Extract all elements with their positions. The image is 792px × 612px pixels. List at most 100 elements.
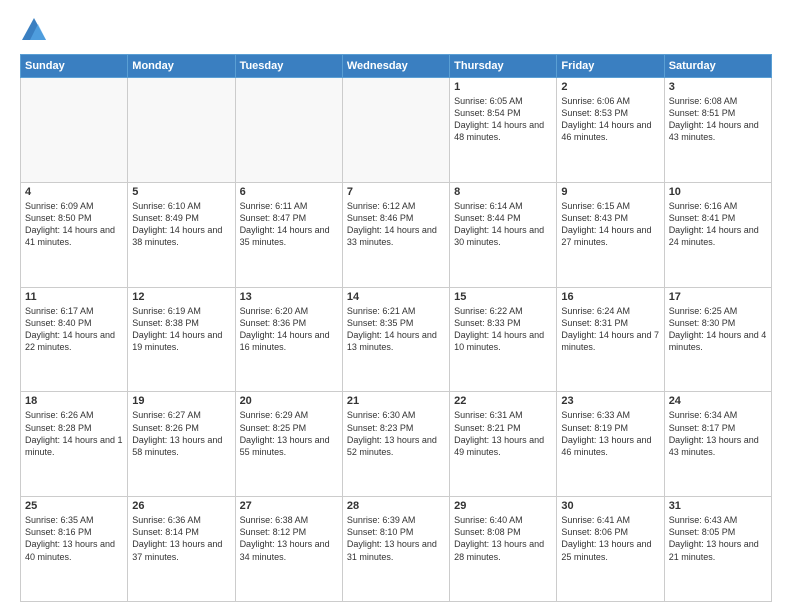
cell-info: Sunrise: 6:35 AM Sunset: 8:16 PM Dayligh… (25, 514, 123, 563)
calendar-cell: 22 Sunrise: 6:31 AM Sunset: 8:21 PM Dayli… (450, 392, 557, 497)
calendar-week-1: 1 Sunrise: 6:05 AM Sunset: 8:54 PM Daylig… (21, 78, 772, 183)
day-number: 14 (347, 291, 445, 303)
calendar-cell: 28Sunrise: 6:39 AM Sunset: 8:10 PM Dayli… (342, 497, 449, 602)
day-number: 17 (669, 291, 767, 303)
cell-info: Sunrise: 6:43 AM Sunset: 8:05 PM Dayligh… (669, 514, 767, 563)
calendar-cell: 4 Sunrise: 6:09 AM Sunset: 8:50 PM Daylig… (21, 182, 128, 287)
day-number: 19 (132, 395, 230, 407)
day-header-sunday: Sunday (21, 55, 128, 78)
day-number: 10 (669, 186, 767, 198)
logo (20, 16, 52, 44)
cell-info: Sunrise: 6:12 AM Sunset: 8:46 PM Dayligh… (347, 200, 445, 249)
cell-info: Sunrise: 6:27 AM Sunset: 8:26 PM Dayligh… (132, 409, 230, 458)
cell-info: Sunrise: 6:17 AM Sunset: 8:40 PM Dayligh… (25, 305, 123, 354)
calendar-cell: 2 Sunrise: 6:06 AM Sunset: 8:53 PM Daylig… (557, 78, 664, 183)
calendar-cell: 30 Sunrise: 6:41 AM Sunset: 8:06 PM Dayli… (557, 497, 664, 602)
cell-info: Sunrise: 6:05 AM Sunset: 8:54 PM Dayligh… (454, 95, 552, 144)
cell-info: Sunrise: 6:11 AM Sunset: 8:47 PM Dayligh… (240, 200, 338, 249)
calendar-cell: 26Sunrise: 6:36 AM Sunset: 8:14 PM Dayli… (128, 497, 235, 602)
calendar-cell: 5Sunrise: 6:10 AM Sunset: 8:49 PM Daylig… (128, 182, 235, 287)
day-header-friday: Friday (557, 55, 664, 78)
calendar-cell: 18Sunrise: 6:26 AM Sunset: 8:28 PM Dayli… (21, 392, 128, 497)
logo-icon (20, 16, 48, 44)
calendar-cell: 19 Sunrise: 6:27 AM Sunset: 8:26 PM Dayli… (128, 392, 235, 497)
calendar-cell: 1 Sunrise: 6:05 AM Sunset: 8:54 PM Daylig… (450, 78, 557, 183)
calendar-cell: 29Sunrise: 6:40 AM Sunset: 8:08 PM Dayli… (450, 497, 557, 602)
calendar-cell (235, 78, 342, 183)
cell-info: Sunrise: 6:21 AM Sunset: 8:35 PM Dayligh… (347, 305, 445, 354)
day-header-saturday: Saturday (664, 55, 771, 78)
calendar-cell (342, 78, 449, 183)
calendar-cell: 15 Sunrise: 6:22 AM Sunset: 8:33 PM Dayli… (450, 287, 557, 392)
calendar-cell: 7Sunrise: 6:12 AM Sunset: 8:46 PM Daylig… (342, 182, 449, 287)
day-header-wednesday: Wednesday (342, 55, 449, 78)
cell-info: Sunrise: 6:20 AM Sunset: 8:36 PM Dayligh… (240, 305, 338, 354)
header (20, 16, 772, 44)
calendar-cell: 12 Sunrise: 6:19 AM Sunset: 8:38 PM Dayli… (128, 287, 235, 392)
calendar-cell: 21Sunrise: 6:30 AM Sunset: 8:23 PM Dayli… (342, 392, 449, 497)
day-number: 12 (132, 291, 230, 303)
cell-info: Sunrise: 6:06 AM Sunset: 8:53 PM Dayligh… (561, 95, 659, 144)
day-number: 24 (669, 395, 767, 407)
cell-info: Sunrise: 6:19 AM Sunset: 8:38 PM Dayligh… (132, 305, 230, 354)
calendar-cell: 11 Sunrise: 6:17 AM Sunset: 8:40 PM Dayli… (21, 287, 128, 392)
day-number: 18 (25, 395, 123, 407)
day-number: 30 (561, 500, 659, 512)
day-header-tuesday: Tuesday (235, 55, 342, 78)
day-number: 3 (669, 81, 767, 93)
cell-info: Sunrise: 6:22 AM Sunset: 8:33 PM Dayligh… (454, 305, 552, 354)
cell-info: Sunrise: 6:29 AM Sunset: 8:25 PM Dayligh… (240, 409, 338, 458)
calendar-cell: 13Sunrise: 6:20 AM Sunset: 8:36 PM Dayli… (235, 287, 342, 392)
calendar-cell (21, 78, 128, 183)
calendar-cell: 16Sunrise: 6:24 AM Sunset: 8:31 PM Dayli… (557, 287, 664, 392)
day-number: 4 (25, 186, 123, 198)
calendar-cell: 3 Sunrise: 6:08 AM Sunset: 8:51 PM Daylig… (664, 78, 771, 183)
day-number: 23 (561, 395, 659, 407)
cell-info: Sunrise: 6:36 AM Sunset: 8:14 PM Dayligh… (132, 514, 230, 563)
day-number: 8 (454, 186, 552, 198)
day-number: 28 (347, 500, 445, 512)
cell-info: Sunrise: 6:08 AM Sunset: 8:51 PM Dayligh… (669, 95, 767, 144)
day-number: 2 (561, 81, 659, 93)
day-number: 9 (561, 186, 659, 198)
day-header-monday: Monday (128, 55, 235, 78)
cell-info: Sunrise: 6:41 AM Sunset: 8:06 PM Dayligh… (561, 514, 659, 563)
day-header-thursday: Thursday (450, 55, 557, 78)
cell-info: Sunrise: 6:33 AM Sunset: 8:19 PM Dayligh… (561, 409, 659, 458)
day-number: 15 (454, 291, 552, 303)
cell-info: Sunrise: 6:34 AM Sunset: 8:17 PM Dayligh… (669, 409, 767, 458)
day-number: 6 (240, 186, 338, 198)
cell-info: Sunrise: 6:16 AM Sunset: 8:41 PM Dayligh… (669, 200, 767, 249)
day-number: 20 (240, 395, 338, 407)
cell-info: Sunrise: 6:38 AM Sunset: 8:12 PM Dayligh… (240, 514, 338, 563)
page: SundayMondayTuesdayWednesdayThursdayFrid… (0, 0, 792, 612)
cell-info: Sunrise: 6:15 AM Sunset: 8:43 PM Dayligh… (561, 200, 659, 249)
calendar-cell: 6 Sunrise: 6:11 AM Sunset: 8:47 PM Daylig… (235, 182, 342, 287)
calendar-week-5: 25 Sunrise: 6:35 AM Sunset: 8:16 PM Dayli… (21, 497, 772, 602)
day-number: 25 (25, 500, 123, 512)
calendar-table: SundayMondayTuesdayWednesdayThursdayFrid… (20, 54, 772, 602)
cell-info: Sunrise: 6:31 AM Sunset: 8:21 PM Dayligh… (454, 409, 552, 458)
day-number: 22 (454, 395, 552, 407)
calendar-cell: 20 Sunrise: 6:29 AM Sunset: 8:25 PM Dayli… (235, 392, 342, 497)
day-number: 1 (454, 81, 552, 93)
calendar-cell: 23 Sunrise: 6:33 AM Sunset: 8:19 PM Dayli… (557, 392, 664, 497)
calendar-week-2: 4 Sunrise: 6:09 AM Sunset: 8:50 PM Daylig… (21, 182, 772, 287)
calendar-week-3: 11 Sunrise: 6:17 AM Sunset: 8:40 PM Dayli… (21, 287, 772, 392)
day-number: 5 (132, 186, 230, 198)
cell-info: Sunrise: 6:14 AM Sunset: 8:44 PM Dayligh… (454, 200, 552, 249)
day-number: 11 (25, 291, 123, 303)
calendar-cell: 9 Sunrise: 6:15 AM Sunset: 8:43 PM Daylig… (557, 182, 664, 287)
calendar-cell: 8 Sunrise: 6:14 AM Sunset: 8:44 PM Daylig… (450, 182, 557, 287)
calendar-cell: 10 Sunrise: 6:16 AM Sunset: 8:41 PM Dayli… (664, 182, 771, 287)
day-number: 27 (240, 500, 338, 512)
calendar-cell: 24 Sunrise: 6:34 AM Sunset: 8:17 PM Dayli… (664, 392, 771, 497)
cell-info: Sunrise: 6:24 AM Sunset: 8:31 PM Dayligh… (561, 305, 659, 354)
calendar-cell: 17 Sunrise: 6:25 AM Sunset: 8:30 PM Dayli… (664, 287, 771, 392)
calendar-cell: 27 Sunrise: 6:38 AM Sunset: 8:12 PM Dayli… (235, 497, 342, 602)
cell-info: Sunrise: 6:30 AM Sunset: 8:23 PM Dayligh… (347, 409, 445, 458)
day-number: 31 (669, 500, 767, 512)
cell-info: Sunrise: 6:25 AM Sunset: 8:30 PM Dayligh… (669, 305, 767, 354)
calendar-week-4: 18Sunrise: 6:26 AM Sunset: 8:28 PM Dayli… (21, 392, 772, 497)
cell-info: Sunrise: 6:09 AM Sunset: 8:50 PM Dayligh… (25, 200, 123, 249)
